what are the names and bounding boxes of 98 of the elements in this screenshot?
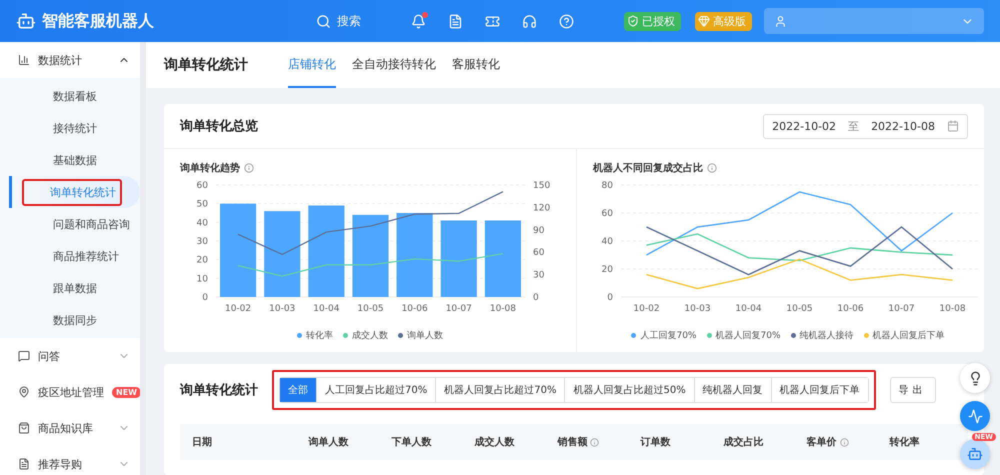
sidebar-group[interactable]: 数据统计 [0, 42, 140, 78]
column-header: 订单数 [640, 436, 670, 449]
axis-label: 80 [602, 181, 613, 191]
axis-label: 10-04 [313, 304, 340, 314]
axis-label: 10-04 [735, 304, 762, 314]
axis-label: 20 [602, 265, 613, 275]
column-header: 成交占比 [723, 435, 764, 449]
column-header: 转化率 [890, 435, 920, 449]
chart-title: 询单转化趋势 [180, 162, 240, 175]
axis-label: 10-06 [402, 304, 428, 314]
page-title: 询单转化统计 [164, 56, 248, 74]
axis-label: 20 [196, 256, 208, 266]
search-icon [316, 14, 331, 28]
filter-tab[interactable]: 机器人回复后下单 [770, 378, 868, 402]
robot-icon [967, 446, 983, 462]
plan-badge: 已授权 [624, 12, 681, 30]
robot-icon [16, 11, 36, 31]
date-range-field[interactable]: 2022-10-02 至 2022-10-08 [763, 114, 968, 138]
info-icon [707, 163, 717, 173]
pin-icon [18, 386, 30, 398]
sidebar-item[interactable]: 接待统计 [12, 112, 140, 144]
legend-item[interactable]: 纯机器人接待 [790, 329, 854, 342]
column-header: 销售额 [557, 435, 588, 449]
axis-label: 10-03 [684, 304, 711, 314]
legend-item[interactable]: 机器人回复70% [706, 329, 781, 342]
axis-label: 0 [607, 293, 613, 303]
user-icon [774, 14, 787, 28]
axis-label: 60 [602, 209, 613, 219]
tab[interactable]: 客服转化 [452, 42, 500, 88]
legend-item[interactable]: 转化率 [297, 329, 333, 342]
column-header: 日期 [192, 436, 212, 449]
legend-item[interactable]: 成交人数 [343, 329, 388, 342]
axis-label: 10-07 [888, 304, 915, 314]
bag-icon [18, 422, 30, 434]
axis-label: 90 [533, 226, 544, 236]
sidebar-item[interactable]: 数据同步 [12, 304, 140, 336]
search-button[interactable]: 搜索 [316, 12, 361, 30]
document-icon [18, 458, 30, 470]
legend-item[interactable]: 机器人回复后下单 [864, 329, 945, 342]
axis-label: 10-02 [633, 304, 660, 314]
axis-label: 30 [196, 237, 208, 247]
tab[interactable]: 全自动接待转化 [352, 42, 436, 88]
card-title: 询单转化统计 [180, 382, 258, 399]
sidebar-item[interactable]: 基础数据 [12, 144, 140, 176]
sidebar-group[interactable]: 疫区地址管理 NEW [0, 374, 140, 410]
axis-label: 10-03 [269, 304, 296, 314]
axis-label: 150 [533, 181, 550, 191]
column-header: 下单人数 [391, 436, 432, 449]
sidebar-group[interactable]: 问答 [0, 338, 140, 374]
pulse-icon [968, 408, 982, 424]
document-button[interactable] [448, 14, 463, 28]
card-title: 询单转化总览 [180, 118, 258, 135]
axis-label: 10-08 [939, 304, 966, 314]
sidebar-item[interactable]: 数据看板 [12, 80, 140, 112]
axis-label: 60 [533, 248, 544, 258]
axis-label: 10-06 [837, 304, 864, 314]
headset-button[interactable] [522, 14, 537, 28]
info-icon [244, 163, 254, 173]
axis-label: 50 [196, 200, 208, 210]
axis-label: 0 [202, 293, 208, 303]
filter-tab[interactable]: 全部 [280, 378, 316, 402]
sidebar-item[interactable]: 问题和商品咨询 [12, 208, 140, 240]
export-button[interactable]: 导出 [890, 377, 936, 403]
ticket-button[interactable] [485, 14, 500, 28]
axis-label: 10-05 [357, 304, 384, 314]
chart-title: 机器人不同回复成交占比 [593, 161, 703, 175]
legend-item[interactable]: 询单人数 [398, 329, 443, 342]
sidebar-item[interactable]: 商品推荐统计 [12, 240, 140, 272]
column-header: 客单价 [806, 435, 837, 449]
axis-label: 40 [602, 237, 613, 247]
sidebar-group[interactable]: 商品知识库 [0, 410, 140, 446]
axis-label: 10-05 [786, 304, 813, 314]
axis-label: 40 [196, 218, 208, 228]
calendar-icon [947, 120, 959, 132]
app-title: 智能客服机器人 [42, 10, 154, 32]
column-header: 询单人数 [308, 436, 348, 449]
bar-chart-icon [18, 54, 30, 66]
plan-badge: 高级版 [695, 12, 752, 30]
sidebar-item[interactable]: 询单转化统计 [9, 176, 140, 208]
notification-button[interactable] [411, 14, 426, 28]
legend-item[interactable]: 人工回复70% [631, 329, 696, 342]
column-header: 成交人数 [474, 435, 514, 449]
axis-label: 120 [533, 203, 550, 214]
filter-tab[interactable]: 机器人回复占比超过70% [435, 378, 564, 402]
tab[interactable]: 店铺转化 [288, 42, 336, 88]
axis-label: 0 [533, 293, 539, 303]
sidebar-item[interactable]: 跟单数据 [12, 272, 140, 304]
axis-label: 30 [533, 270, 544, 281]
axis-label: 10-07 [446, 304, 472, 314]
axis-label: 10-08 [490, 304, 516, 314]
chat-icon [18, 350, 30, 362]
sidebar-group[interactable]: 推荐导购 [0, 446, 140, 475]
lightbulb-button[interactable] [960, 363, 990, 393]
axis-label: 10 [196, 274, 208, 284]
axis-label: 60 [196, 181, 208, 191]
axis-label: 10-02 [225, 304, 252, 314]
help-button[interactable] [559, 14, 574, 28]
new-badge: NEW [112, 386, 140, 398]
